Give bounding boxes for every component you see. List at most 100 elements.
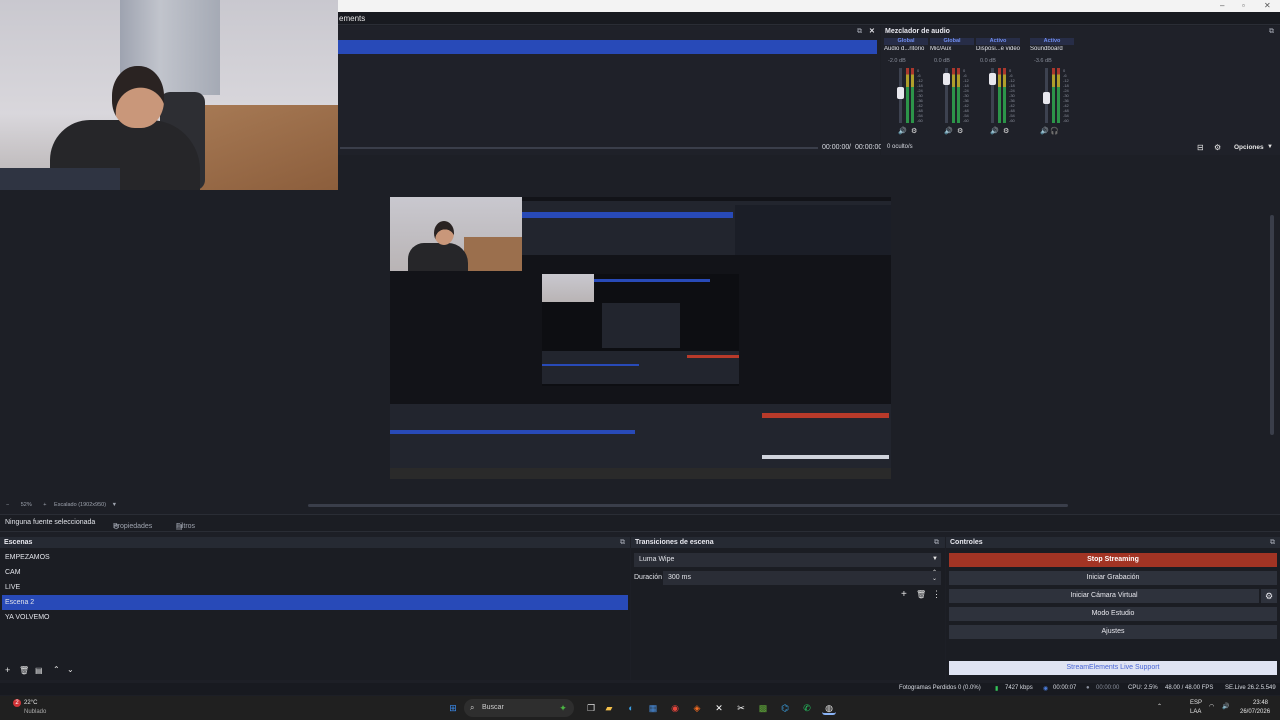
scenes-float-icon[interactable]: ⧉ <box>620 537 625 548</box>
scene-item-selected[interactable]: Escena 2 <box>5 599 34 606</box>
store-icon[interactable]: ▦ <box>646 701 660 715</box>
level-meter <box>911 68 914 123</box>
obs-icon[interactable]: ◍ <box>822 701 836 715</box>
add-transition-icon[interactable]: + <box>901 589 907 600</box>
duration-input[interactable]: 300 ms <box>663 571 941 585</box>
menu-item-elements[interactable]: ements <box>339 14 365 23</box>
zoom-out-icon[interactable]: − <box>6 502 9 508</box>
mixer-channel: Global Mic/Aux 0.0 dB 0 -6 -12 -18 -24 -30 -36 -42… <box>930 38 974 138</box>
channel-settings-icon[interactable]: ⚙ <box>957 127 963 135</box>
mixer-float-icon[interactable]: ⧉ <box>1269 26 1274 37</box>
task-view-icon[interactable]: ❐ <box>584 701 598 715</box>
duration-label: Duración <box>634 574 663 581</box>
vscode-icon[interactable]: ⌬ <box>778 701 792 715</box>
windows-start-icon[interactable]: ⊞ <box>446 701 460 715</box>
close-window-button[interactable]: ✕ <box>1264 1 1271 10</box>
whatsapp-icon[interactable]: ✆ <box>800 701 814 715</box>
capcut-icon[interactable]: ✂ <box>734 701 748 715</box>
weather-temp[interactable]: 22°C <box>24 700 37 706</box>
start-recording-button[interactable]: Iniciar Grabación <box>949 571 1277 585</box>
delete-scene-icon[interactable]: 🗑 <box>19 666 29 675</box>
lang-top[interactable]: ESP <box>1190 700 1202 706</box>
chrome-icon[interactable]: ◉ <box>668 701 682 715</box>
mute-speaker-icon[interactable]: 🔊 <box>944 127 953 135</box>
link-icon[interactable]: ⚙ <box>1214 143 1221 152</box>
volume-slider-handle[interactable] <box>989 73 996 85</box>
clock-time[interactable]: 23:48 <box>1253 700 1268 706</box>
transition-select[interactable]: Luma Wipe <box>634 553 941 567</box>
mixer-channel-tag: Activo <box>976 38 1020 45</box>
media-selected-row[interactable] <box>338 40 877 54</box>
tray-chevron-icon[interactable]: ⌃ <box>1157 703 1162 710</box>
virtual-camera-settings-icon[interactable]: ⚙ <box>1261 589 1277 603</box>
level-meter <box>1003 68 1006 123</box>
zoom-level: 52% <box>20 502 32 508</box>
live-support-button[interactable]: StreamElements Live Support <box>949 661 1277 675</box>
scenes-toolbar: + 🗑 ▤ ⌃ ⌄ <box>0 662 630 680</box>
preview-person-head <box>434 221 454 245</box>
duration-stepper-icon[interactable]: ⌃ ⌄ <box>932 570 937 582</box>
mute-speaker-icon[interactable]: 🔊 <box>898 127 907 135</box>
preview-vertical-scrollbar[interactable] <box>1270 215 1274 435</box>
wifi-icon[interactable]: ◠ <box>1209 703 1214 710</box>
volume-slider-handle[interactable] <box>1043 92 1050 104</box>
app-orange-icon[interactable]: ◈ <box>690 701 704 715</box>
add-scene-icon[interactable]: + <box>5 665 10 675</box>
stop-streaming-button[interactable]: Stop Streaming <box>949 553 1277 567</box>
maximize-button[interactable]: ▫ <box>1242 1 1245 10</box>
chevron-down-icon[interactable]: ▼ <box>1267 144 1273 150</box>
headphones-icon[interactable]: 🎧 <box>1050 127 1059 135</box>
mixer-channel-name[interactable]: Mic/Aux <box>930 46 978 52</box>
media-seek-bar[interactable] <box>340 147 818 149</box>
layout-icon[interactable]: ⊟ <box>1197 143 1204 152</box>
app-x-icon[interactable]: ✕ <box>712 701 726 715</box>
transition-dropdown-icon[interactable]: ▼ <box>932 556 938 562</box>
meter-scale: 0 -6 -12 -18 -24 -30 -36 -42 -48 -54 -60 <box>1063 68 1075 123</box>
transitions-float-icon[interactable]: ⧉ <box>934 537 939 548</box>
meter-scale-tick: -60 <box>917 118 923 123</box>
channel-settings-icon[interactable]: ⚙ <box>911 127 917 135</box>
minecraft-icon[interactable]: ▩ <box>756 701 770 715</box>
signal-icon: ▮ <box>995 686 999 692</box>
file-explorer-icon[interactable]: ▰ <box>602 701 616 715</box>
scene-item[interactable]: EMPEZAMOS <box>5 554 50 561</box>
scene-item[interactable]: YA VOLVEMO <box>5 614 49 621</box>
source-toolbar: Ninguna fuente seleccionada ⚙ Propiedade… <box>0 514 1280 532</box>
move-down-icon[interactable]: ⌄ <box>67 665 74 674</box>
move-up-icon[interactable]: ⌃ <box>53 665 60 674</box>
close-panel-icon[interactable]: ✕ <box>869 26 875 37</box>
stream-time: 00:00:07 <box>1053 685 1077 691</box>
mixer-channel-name[interactable]: Disposi...e video <box>976 46 1024 52</box>
scaling-dropdown-icon[interactable]: ▼ <box>112 502 117 508</box>
settings-button[interactable]: Ajustes <box>949 625 1277 639</box>
scene-item[interactable]: LIVE <box>5 584 20 591</box>
channel-settings-icon[interactable]: ⚙ <box>1003 127 1009 135</box>
scaling-label[interactable]: Escalado (1902x950) <box>54 502 106 508</box>
zoom-row: − 52% + Escalado (1902x950) ▼ <box>6 502 117 508</box>
float-icon[interactable]: ⧉ <box>857 26 862 37</box>
mixer-channel-name[interactable]: Soundboard <box>1030 46 1078 52</box>
preview-horizontal-scrollbar[interactable] <box>308 504 1068 507</box>
transition-menu-icon[interactable]: ⋮ <box>932 589 941 600</box>
preview-canvas[interactable] <box>390 197 891 479</box>
controls-float-icon[interactable]: ⧉ <box>1270 537 1275 548</box>
edge-icon[interactable]: ◐ <box>624 701 638 715</box>
mixer-channel: Activo Soundboard -3.6 dB 0 -6 -12 -18 -24 -30 -3… <box>1030 38 1074 138</box>
clock-date: 26/07/2026 <box>1240 709 1271 715</box>
mixer-options-button[interactable]: Opciones <box>1234 144 1264 151</box>
mixer-channel-name[interactable]: Audio d...ritorio <box>884 46 932 52</box>
scene-item[interactable]: CAM <box>5 569 21 576</box>
volume-slider-handle[interactable] <box>943 73 950 85</box>
controls-title: Controles <box>946 537 1280 548</box>
start-virtual-camera-button[interactable]: Iniciar Cámara Virtual <box>949 589 1259 603</box>
mute-speaker-icon[interactable]: 🔊 <box>1040 127 1049 135</box>
search-highlight-icon: ✦ <box>559 703 567 713</box>
mute-speaker-icon[interactable]: 🔊 <box>990 127 999 135</box>
volume-icon[interactable]: 🔊 <box>1222 703 1229 710</box>
delete-transition-icon[interactable]: 🗑 <box>916 590 926 599</box>
volume-slider-handle[interactable] <box>897 87 904 99</box>
minimize-button[interactable]: – <box>1220 1 1224 10</box>
scene-filters-icon[interactable]: ▤ <box>35 666 43 675</box>
studio-mode-button[interactable]: Modo Estudio <box>949 607 1277 621</box>
zoom-in-icon[interactable]: + <box>43 502 46 508</box>
